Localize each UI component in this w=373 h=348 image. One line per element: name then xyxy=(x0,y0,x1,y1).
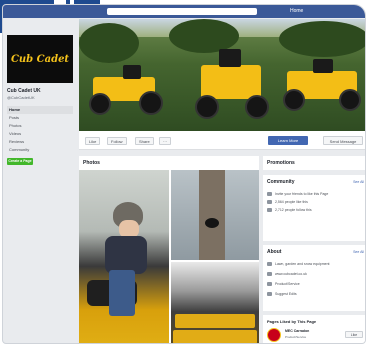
about-row[interactable]: Product/Service xyxy=(267,281,300,287)
follow-icon xyxy=(267,208,272,213)
logo-text: Cub Cadet xyxy=(10,53,70,65)
tag-icon xyxy=(267,282,272,287)
photo-jeans xyxy=(109,270,135,316)
mower-wheel xyxy=(283,89,305,111)
search-input[interactable] xyxy=(107,8,257,15)
page-handle[interactable]: @CubCadetUK xyxy=(7,95,73,100)
related-page-category: Product/Service xyxy=(285,335,307,339)
follow-button[interactable]: Follow xyxy=(107,137,127,145)
photo-mower-row xyxy=(173,330,257,343)
info-icon xyxy=(267,262,272,267)
more-options-button[interactable]: ··· xyxy=(159,137,171,145)
mower-wheel xyxy=(139,91,163,115)
facebook-top-bar: Home xyxy=(3,5,365,18)
photo-post-hole xyxy=(205,218,219,228)
nav-home-link[interactable]: Home xyxy=(290,8,303,14)
related-page-like-button[interactable]: Like xyxy=(345,331,363,338)
photo-jacket xyxy=(105,236,147,274)
mower-wheel xyxy=(339,89,361,111)
community-card: Community See All Invite your friends to… xyxy=(263,175,365,241)
cover-photo[interactable] xyxy=(79,19,365,131)
cover-tree xyxy=(169,19,239,53)
pencil-icon xyxy=(267,292,272,297)
related-page-name[interactable]: MEC Carradon xyxy=(285,329,309,333)
community-title: Community xyxy=(267,179,295,185)
mower-wheel xyxy=(195,95,219,119)
about-card: About See All Lawn, garden and snow equi… xyxy=(263,245,365,311)
photo-showroom[interactable] xyxy=(171,262,259,343)
page-action-bar: Like Follow Share ··· Learn More Send Me… xyxy=(79,131,365,150)
facebook-page-screen: Home Cub Cadet Cub Cadet UK @CubCadetUK … xyxy=(2,4,366,344)
top-nav: Home xyxy=(290,8,308,14)
mower-seat xyxy=(123,65,141,79)
globe-icon xyxy=(267,272,272,277)
sidebar-item-posts[interactable]: Posts xyxy=(7,114,73,122)
photo-birdhouse-post[interactable] xyxy=(171,170,259,260)
sidebar-item-community[interactable]: Community xyxy=(7,146,73,154)
about-row[interactable]: Suggest Edits xyxy=(267,291,297,297)
mower-seat xyxy=(313,59,333,73)
sidebar-nav: Home Posts Photos Videos Reviews Communi… xyxy=(7,106,73,154)
community-row[interactable]: Invite your friends to like this Page xyxy=(267,191,328,197)
photos-card-title[interactable]: Photos xyxy=(83,160,100,166)
about-row-text: Product/Service xyxy=(275,282,300,286)
community-row: 2,564 people like this xyxy=(267,199,308,205)
sidebar-item-videos[interactable]: Videos xyxy=(7,130,73,138)
like-button[interactable]: Like xyxy=(85,137,101,145)
community-row-text: 2,564 people like this xyxy=(275,200,308,204)
create-page-button[interactable]: Create a Page xyxy=(7,158,33,165)
community-row-text: 2,712 people follow this xyxy=(275,208,312,212)
invite-icon xyxy=(267,192,272,197)
cover-tree xyxy=(79,23,139,63)
related-pages-card: Pages Liked by This Page MEC Carradon Pr… xyxy=(263,315,365,343)
community-see-all-link[interactable]: See All xyxy=(353,180,364,184)
page-logo[interactable]: Cub Cadet xyxy=(7,35,73,83)
mower-wheel xyxy=(245,95,269,119)
photo-child-on-mower[interactable] xyxy=(79,170,169,343)
about-row-text: Suggest Edits xyxy=(275,292,297,296)
page-name[interactable]: Cub Cadet UK xyxy=(7,88,73,94)
mower-body xyxy=(201,65,261,99)
device-frame: Home Cub Cadet Cub Cadet UK @CubCadetUK … xyxy=(0,0,373,348)
photo-mower-row xyxy=(175,314,255,328)
about-row[interactable]: www.cubcadet.co.uk xyxy=(267,271,307,277)
mower-wheel xyxy=(89,93,111,115)
about-see-all-link[interactable]: See All xyxy=(353,250,364,254)
community-row-text: Invite your friends to like this Page xyxy=(275,192,329,196)
about-row-text: Lawn, garden and snow equipment xyxy=(275,262,330,266)
sidebar-item-reviews[interactable]: Reviews xyxy=(7,138,73,146)
promotions-card: Promotions xyxy=(263,156,365,170)
sidebar-item-photos[interactable]: Photos xyxy=(7,122,73,130)
about-row-text: www.cubcadet.co.uk xyxy=(275,272,307,276)
related-pages-title: Pages Liked by This Page xyxy=(267,319,317,324)
photos-card: Photos xyxy=(79,156,259,343)
left-sidebar: Cub Cadet Cub Cadet UK @CubCadetUK Home … xyxy=(7,35,73,275)
send-message-button[interactable]: Send Message xyxy=(323,136,363,145)
about-row: Lawn, garden and snow equipment xyxy=(267,261,329,267)
related-page-avatar[interactable] xyxy=(267,328,281,342)
sidebar-item-home[interactable]: Home xyxy=(7,106,73,114)
cover-tree xyxy=(279,21,365,57)
mower-seat xyxy=(219,49,241,67)
like-icon xyxy=(267,200,272,205)
photo-post xyxy=(199,170,225,260)
share-button[interactable]: Share xyxy=(135,137,154,145)
promotions-title[interactable]: Promotions xyxy=(267,160,295,166)
community-row: 2,712 people follow this xyxy=(267,207,312,213)
about-title: About xyxy=(267,249,282,255)
learn-more-button[interactable]: Learn More xyxy=(268,136,308,145)
